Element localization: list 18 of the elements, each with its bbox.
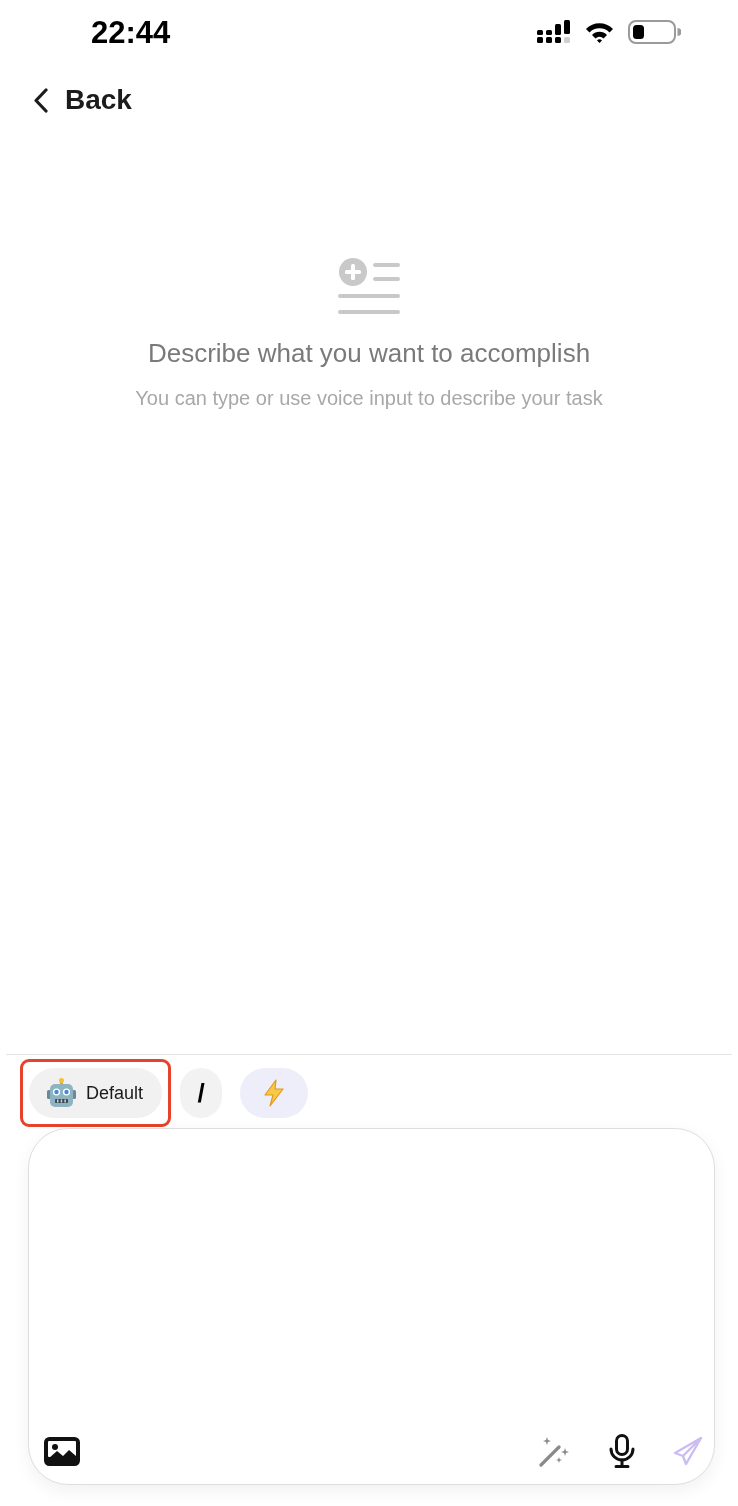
agent-chip[interactable]: Default [29, 1068, 163, 1118]
send-icon [673, 1436, 703, 1466]
robot-icon [47, 1078, 76, 1108]
empty-state-title: Describe what you want to accomplish [147, 337, 591, 369]
signal-icon [537, 20, 571, 44]
back-button[interactable]: Back [33, 79, 132, 121]
chevron-left-icon [33, 87, 49, 113]
lightning-icon [263, 1079, 286, 1107]
magic-wand-icon [538, 1435, 570, 1467]
empty-state-subtitle: You can type or use voice input to describe your task [135, 386, 603, 410]
wifi-icon [585, 21, 614, 43]
quick-action-chip[interactable] [240, 1068, 309, 1118]
image-icon [44, 1436, 80, 1466]
add-list-icon [338, 258, 400, 314]
status-time: 22:44 [91, 16, 171, 48]
microphone-icon [609, 1434, 635, 1468]
battery-icon [628, 20, 681, 44]
command-chip[interactable]: / [180, 1068, 223, 1118]
